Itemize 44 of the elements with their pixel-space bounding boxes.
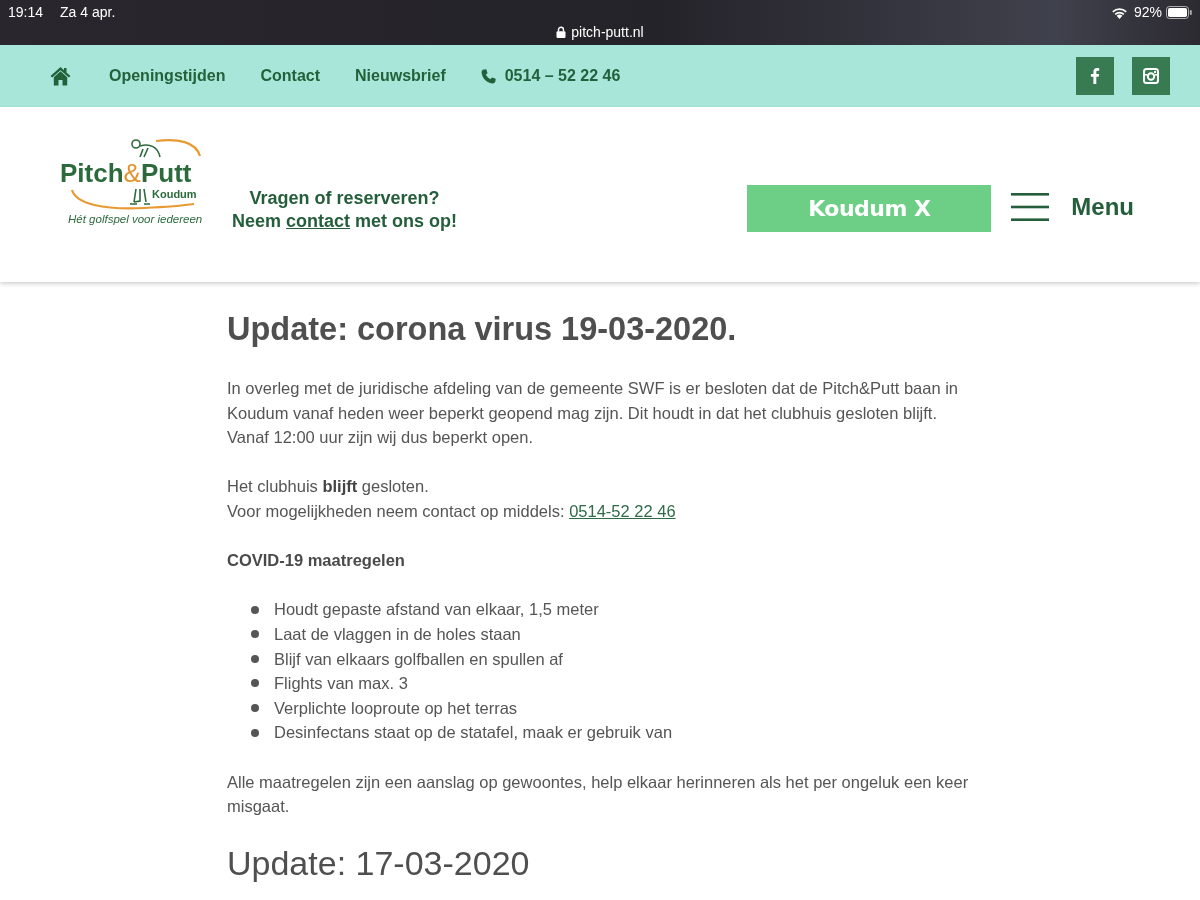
menu-icon: [1011, 193, 1050, 221]
phone-number[interactable]: 0514 – 52 22 46: [504, 67, 621, 85]
contact-text: Voor mogelijkheden neem contact op middels: 0514-52 22 46: [227, 500, 677, 522]
bullet-icon: [251, 679, 259, 688]
bullet-icon: [251, 654, 259, 663]
lock-icon: [556, 26, 567, 38]
closing-paragraph: Alle maatregelen zijn een aanslag op gewoontes, help elkaar herinneren als het per ongeluk een keer misgaat.: [227, 771, 970, 818]
measure-item: Houdt gepaste afstand van elkaar, 1,5 meter: [274, 599, 599, 621]
bullet-icon: [251, 704, 259, 712]
nav-link[interactable]: Openingstijden: [109, 67, 226, 85]
social-button[interactable]: [1076, 57, 1114, 95]
measure-item: Flights van max. 3: [274, 673, 408, 695]
battery-icon: [1166, 5, 1192, 19]
bullet-icon: [251, 728, 259, 737]
menu-button[interactable]: Menu: [1011, 193, 1134, 221]
social-button[interactable]: [1132, 57, 1170, 95]
measures-heading: COVID-19 maatregelen: [227, 550, 406, 572]
article-title: Update: corona virus 19-03-2020.: [227, 310, 738, 348]
logo-subtitle: Koudum: [152, 188, 197, 201]
notice-text: Het clubhuis blijft gesloten.: [227, 476, 430, 498]
intro-paragraph: In overleg met de juridische afdeling van de gemeente SWF is er besloten dat de Pitch&Putt baan in Koudum vanaf heden weer beperkt geopend mag zijn. Dit houdt in dat het clubhuis gesloten blijft. Vanaf 12:00 uur zijn wij dus beperkt open.: [227, 378, 959, 449]
bullet-icon: [251, 605, 259, 614]
measure-item: Blijf van elkaars golfballen en spullen af: [274, 648, 563, 670]
phone-icon: [480, 68, 496, 84]
prompt-question: Vragen of reserveren?: [248, 187, 441, 210]
status-time: 19:14: [8, 4, 44, 20]
prompt-contact-line: Neem contact met ons op!: [232, 210, 458, 233]
status-date: Za 4 apr.: [60, 4, 116, 20]
wifi-icon: [1110, 5, 1128, 19]
logo-slogan: Hét golfspel voor iedereen: [68, 213, 203, 225]
phone-link[interactable]: 0514-52 22 46: [569, 501, 676, 520]
address-text[interactable]: pitch-putt.nl: [571, 24, 644, 40]
camera-icon: [1143, 68, 1159, 84]
contact-link[interactable]: contact: [286, 211, 351, 231]
measure-item: Desinfectans staat op de statafel, maak er gebruik van: [274, 722, 673, 744]
nav-link[interactable]: Contact: [260, 67, 320, 85]
measure-item: Verplichte looproute op het terras: [274, 697, 518, 719]
home-icon[interactable]: [50, 66, 71, 86]
battery-percentage: 92%: [1133, 4, 1162, 20]
logo-wordmark: Pitch&Putt: [60, 158, 192, 188]
measure-item: Laat de vlaggen in de holes staan: [274, 623, 521, 645]
bullet-icon: [251, 630, 259, 639]
next-update-title: Update: 17-03-2020: [227, 843, 531, 884]
nav-link[interactable]: Nieuwsbrief: [355, 67, 446, 85]
